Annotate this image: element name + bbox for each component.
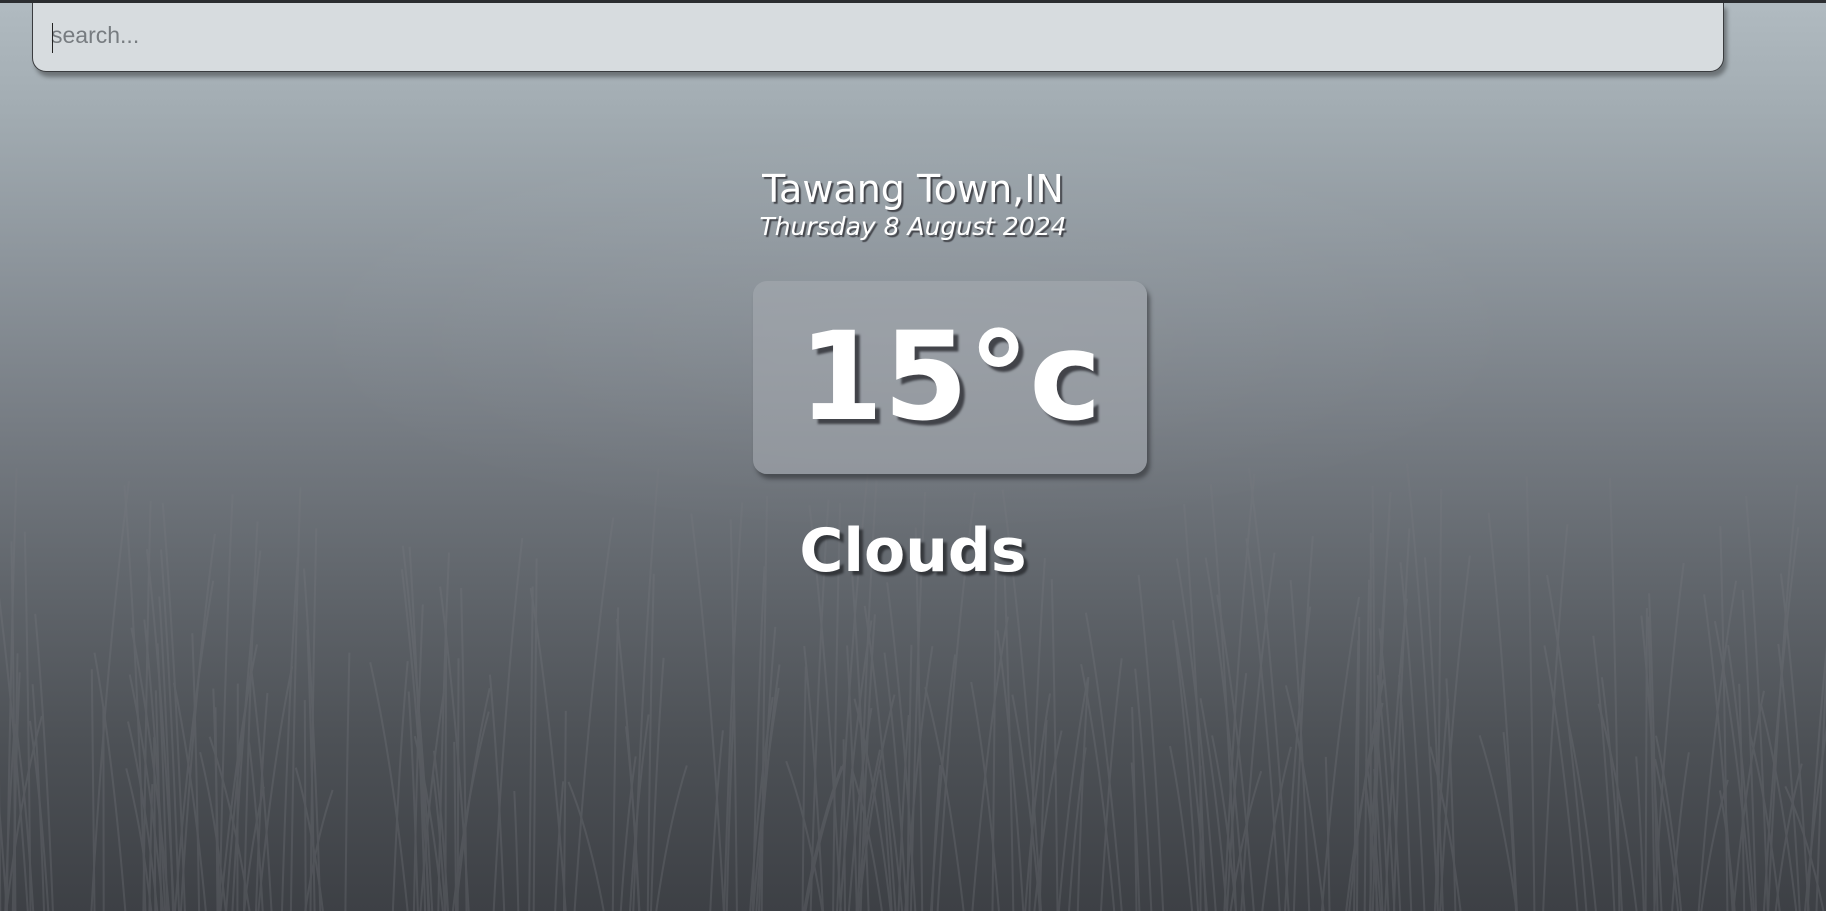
grass-blade xyxy=(1363,579,1371,911)
grass-blade xyxy=(391,661,409,911)
grass-blade xyxy=(1131,706,1138,911)
grass-blade xyxy=(655,765,688,911)
grass-blade xyxy=(611,607,620,911)
grass-blade xyxy=(1671,752,1690,911)
grass-blade xyxy=(801,666,807,911)
grass-blade xyxy=(528,586,534,911)
city-name: Tawang Town,IN xyxy=(762,167,1064,211)
grass-blade xyxy=(842,739,846,911)
grass-blade xyxy=(1057,678,1089,911)
grass-blade xyxy=(1324,756,1331,911)
grass-blade xyxy=(90,669,96,911)
grass-blade xyxy=(1644,608,1648,911)
temperature-value: 15°c xyxy=(798,306,1102,448)
grass-blade xyxy=(344,652,351,911)
grass-blade xyxy=(1700,779,1729,911)
weather-condition: Clouds xyxy=(799,516,1027,586)
grass-blade xyxy=(1546,574,1588,911)
background-frosted-grass xyxy=(0,463,1826,911)
grass-blade xyxy=(971,616,1009,911)
location-block: Tawang Town,IN Thursday 8 August 2024 xyxy=(0,166,1826,242)
grass-blade xyxy=(488,674,506,911)
search-bar xyxy=(32,3,1724,72)
grass-blade xyxy=(616,618,641,911)
grass-blade xyxy=(1378,628,1402,911)
grass-blade xyxy=(492,537,524,911)
grass-blade xyxy=(453,741,457,911)
grass-blade xyxy=(174,580,215,911)
grass-blade xyxy=(709,730,724,911)
grass-blade xyxy=(930,654,957,911)
text-caret xyxy=(52,23,53,53)
grass-blade xyxy=(369,662,409,911)
current-date: Thursday 8 August 2024 xyxy=(759,212,1067,241)
grass-blade xyxy=(513,790,520,911)
grass-blade xyxy=(906,644,913,911)
grass-blade xyxy=(1292,536,1314,911)
grass-blade xyxy=(1050,579,1059,911)
temperature-card: 15°c xyxy=(753,281,1147,474)
grass-blade xyxy=(883,652,908,911)
grass-blade xyxy=(1502,731,1517,911)
grass-blade xyxy=(1635,756,1645,911)
grass-blade xyxy=(1175,558,1217,911)
grass-blade xyxy=(281,557,299,911)
search-input[interactable] xyxy=(51,17,1701,53)
grass-blade xyxy=(125,768,153,911)
grass-blade xyxy=(567,781,605,911)
